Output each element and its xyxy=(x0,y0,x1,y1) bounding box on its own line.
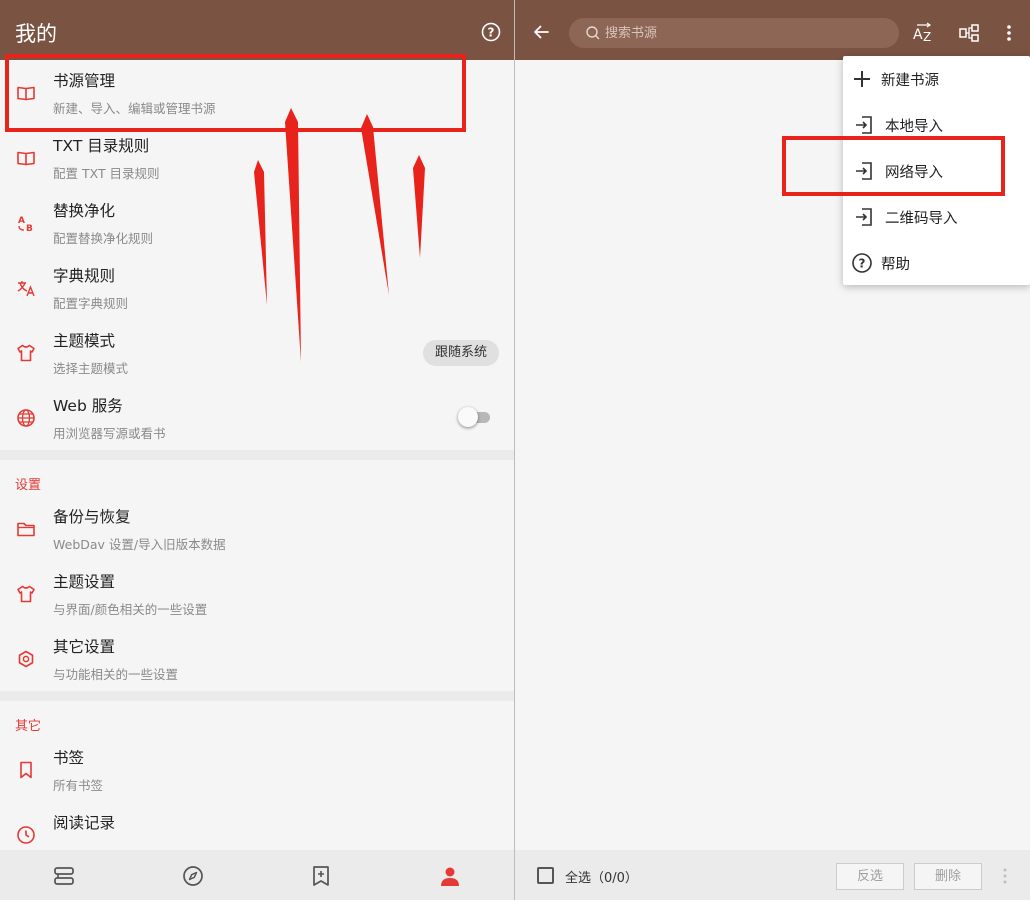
section-divider xyxy=(0,450,514,460)
section-header-other: 其它 xyxy=(0,701,514,737)
menu-item-dictionary-rules[interactable]: 字典规则 配置字典规则 xyxy=(0,255,514,320)
overflow-menu: 新建书源 本地导入 网络导入 二维码导入 ? 帮助 xyxy=(843,56,1030,285)
back-arrow-icon[interactable] xyxy=(531,22,551,42)
menu-item-title: 其它设置 xyxy=(53,638,116,656)
selection-bar: 全选（0/0） 反选 删除 xyxy=(515,850,1030,900)
menu-item-txt-toc-rules[interactable]: TXT 目录规则 配置 TXT 目录规则 xyxy=(0,125,514,190)
bookmark-plus-icon[interactable] xyxy=(309,864,333,888)
book-source-panel: A Z 新建书源 本地导入 网络导入 二维码导入 xyxy=(515,0,1030,900)
my-panel: 我的 ? 书源管理 新建、导入、编辑或管理书源 TXT 目录规则 配置 TXT … xyxy=(0,0,514,900)
menu-label: 本地导入 xyxy=(885,119,943,135)
my-menu-list: 书源管理 新建、导入、编辑或管理书源 TXT 目录规则 配置 TXT 目录规则 … xyxy=(0,60,514,867)
group-icon[interactable] xyxy=(958,22,980,44)
section-divider xyxy=(0,691,514,701)
select-all-label[interactable]: 全选（0/0） xyxy=(565,867,638,886)
book-source-app-bar: A Z xyxy=(515,0,1030,60)
menu-local-import[interactable]: 本地导入 xyxy=(843,102,1030,148)
compass-icon[interactable] xyxy=(181,864,205,888)
svg-text:?: ? xyxy=(488,26,495,40)
import-icon xyxy=(856,208,872,226)
hexagon-settings-icon xyxy=(18,650,34,668)
menu-item-theme-settings[interactable]: 主题设置 与界面/颜色相关的一些设置 xyxy=(0,561,514,626)
search-icon xyxy=(586,26,600,40)
search-input[interactable] xyxy=(605,18,885,48)
replace-ab-icon: A B xyxy=(18,216,33,234)
menu-item-backup-restore[interactable]: 备份与恢复 WebDav 设置/导入旧版本数据 xyxy=(0,496,514,561)
menu-item-title: TXT 目录规则 xyxy=(53,137,150,155)
menu-item-title: 字典规则 xyxy=(53,267,116,285)
theme-mode-chip[interactable]: 跟随系统 xyxy=(423,340,500,366)
svg-text:?: ? xyxy=(859,257,866,271)
more-vert-icon[interactable] xyxy=(998,22,1020,44)
menu-item-subtitle: WebDav 设置/导入旧版本数据 xyxy=(53,537,226,552)
menu-item-replace-purify[interactable]: A B 替换净化 配置替换净化规则 xyxy=(0,190,514,255)
book-open-icon xyxy=(17,151,35,166)
svg-text:Z: Z xyxy=(923,30,931,44)
clock-icon xyxy=(17,826,35,844)
select-all-checkbox[interactable] xyxy=(537,867,554,884)
menu-item-title: 主题设置 xyxy=(53,573,116,591)
menu-item-subtitle: 与界面/颜色相关的一些设置 xyxy=(53,602,208,617)
page-title: 我的 xyxy=(15,22,57,46)
globe-icon xyxy=(17,409,35,427)
switch-thumb xyxy=(458,407,478,427)
import-icon xyxy=(856,116,872,134)
bottom-navigation xyxy=(0,850,514,900)
search-bar[interactable] xyxy=(569,18,899,48)
menu-item-subtitle: 配置 TXT 目录规则 xyxy=(53,166,160,181)
svg-text:A: A xyxy=(18,216,25,226)
menu-item-subtitle: 选择主题模式 xyxy=(53,361,129,376)
menu-item-title: 主题模式 xyxy=(53,332,116,350)
shirt-icon xyxy=(17,344,35,362)
menu-item-subtitle: 新建、导入、编辑或管理书源 xyxy=(53,101,216,116)
svg-text:B: B xyxy=(26,224,33,234)
more-vert-icon[interactable] xyxy=(1002,867,1008,885)
shirt-icon xyxy=(17,585,35,603)
menu-item-theme-mode[interactable]: 主题模式 选择主题模式 跟随系统 xyxy=(0,320,514,385)
folder-icon xyxy=(17,522,35,537)
menu-item-title: 书源管理 xyxy=(53,72,116,90)
sort-az-icon[interactable]: A Z xyxy=(912,22,934,44)
person-icon[interactable] xyxy=(438,864,462,888)
menu-item-subtitle: 配置字典规则 xyxy=(53,296,129,311)
menu-label: 帮助 xyxy=(881,257,910,273)
menu-item-other-settings[interactable]: 其它设置 与功能相关的一些设置 xyxy=(0,626,514,691)
help-circle-icon: ? xyxy=(852,253,872,273)
menu-item-title: 阅读记录 xyxy=(53,814,116,832)
menu-item-title: Web 服务 xyxy=(53,397,123,415)
menu-item-title: 替换净化 xyxy=(53,202,116,220)
menu-item-subtitle: 所有书签 xyxy=(53,778,104,793)
menu-item-subtitle: 配置替换净化规则 xyxy=(53,231,154,246)
plus-icon xyxy=(854,71,870,87)
menu-help[interactable]: ? 帮助 xyxy=(843,240,1030,286)
translate-icon xyxy=(17,281,35,297)
bookshelf-icon[interactable] xyxy=(52,864,76,888)
menu-qrcode-import[interactable]: 二维码导入 xyxy=(843,194,1030,240)
menu-label: 二维码导入 xyxy=(885,211,958,227)
help-icon[interactable]: ? xyxy=(481,22,501,42)
menu-item-subtitle: 与功能相关的一些设置 xyxy=(53,667,179,682)
import-icon xyxy=(856,162,872,180)
menu-item-title: 备份与恢复 xyxy=(53,508,131,526)
menu-network-import[interactable]: 网络导入 xyxy=(843,148,1030,194)
bookmark-icon xyxy=(20,761,32,779)
web-service-switch[interactable] xyxy=(458,407,490,427)
menu-label: 网络导入 xyxy=(885,165,943,181)
invert-selection-button[interactable]: 反选 xyxy=(836,863,904,890)
delete-button[interactable]: 删除 xyxy=(914,863,982,890)
section-title: 设置 xyxy=(15,478,42,493)
menu-new-source[interactable]: 新建书源 xyxy=(843,56,1030,102)
menu-item-web-service[interactable]: Web 服务 用浏览器写源或看书 xyxy=(0,385,514,450)
section-header-settings: 设置 xyxy=(0,460,514,496)
menu-item-title: 书签 xyxy=(53,749,85,767)
menu-item-bookmarks[interactable]: 书签 所有书签 xyxy=(0,737,514,802)
book-open-icon xyxy=(17,86,35,101)
section-title: 其它 xyxy=(15,719,42,734)
my-app-bar: 我的 ? xyxy=(0,0,514,60)
menu-item-book-source[interactable]: 书源管理 新建、导入、编辑或管理书源 xyxy=(0,60,514,125)
menu-item-subtitle: 用浏览器写源或看书 xyxy=(53,426,166,441)
svg-text:A: A xyxy=(913,27,923,43)
menu-label: 新建书源 xyxy=(881,73,939,89)
